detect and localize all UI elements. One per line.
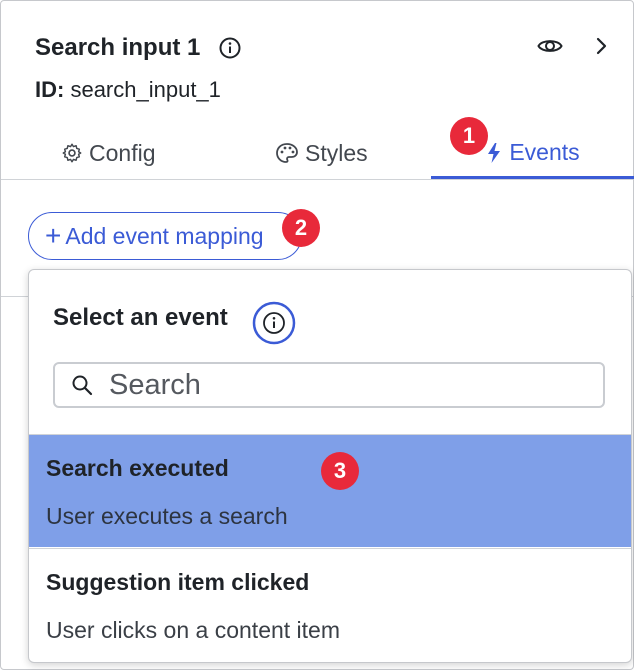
palette-icon [276, 143, 298, 163]
tab-bar: Config Styles Events [1, 129, 634, 180]
info-icon[interactable] [218, 36, 242, 60]
event-search-field[interactable] [53, 362, 605, 408]
gear-icon [62, 143, 82, 163]
tab-styles[interactable]: Styles [275, 129, 368, 177]
eye-icon[interactable] [537, 37, 563, 60]
id-value: search_input_1 [70, 77, 221, 102]
tab-config[interactable]: Config [61, 129, 155, 177]
tab-styles-label: Styles [305, 139, 368, 166]
option-description: User clicks on a content item [46, 617, 341, 643]
tab-events-label: Events [509, 139, 580, 165]
plus-icon: + [45, 220, 62, 251]
step-badge-3: 3 [321, 452, 359, 490]
component-id: ID: search_input_1 [35, 77, 609, 103]
search-icon [72, 375, 93, 396]
panel-title: Search input 1 [35, 34, 201, 61]
option-search-executed[interactable]: Search executed User executes a search [29, 435, 631, 547]
panel-header: Search input 1 ID: search_input_1 [35, 31, 609, 103]
properties-panel: Search input 1 ID: search_input_1 Config… [0, 0, 634, 670]
id-label: ID: [35, 77, 65, 102]
chevron-right-icon[interactable] [595, 36, 609, 61]
option-suggestion-item-clicked[interactable]: Suggestion item clicked User clicks on a… [29, 549, 631, 661]
option-title: Suggestion item clicked [46, 569, 310, 595]
tab-config-label: Config [89, 139, 156, 166]
step-badge-2: 2 [282, 209, 320, 247]
search-input[interactable] [107, 367, 571, 403]
add-event-mapping-button[interactable]: + Add event mapping [28, 212, 302, 260]
info-icon[interactable] [251, 300, 297, 346]
step-badge-1: 1 [450, 117, 488, 155]
dropdown-title: Select an event [53, 304, 228, 331]
add-event-mapping-label: Add event mapping [65, 222, 264, 249]
option-description: User executes a search [46, 503, 288, 529]
lightning-icon [488, 142, 501, 163]
option-title: Search executed [46, 455, 229, 481]
